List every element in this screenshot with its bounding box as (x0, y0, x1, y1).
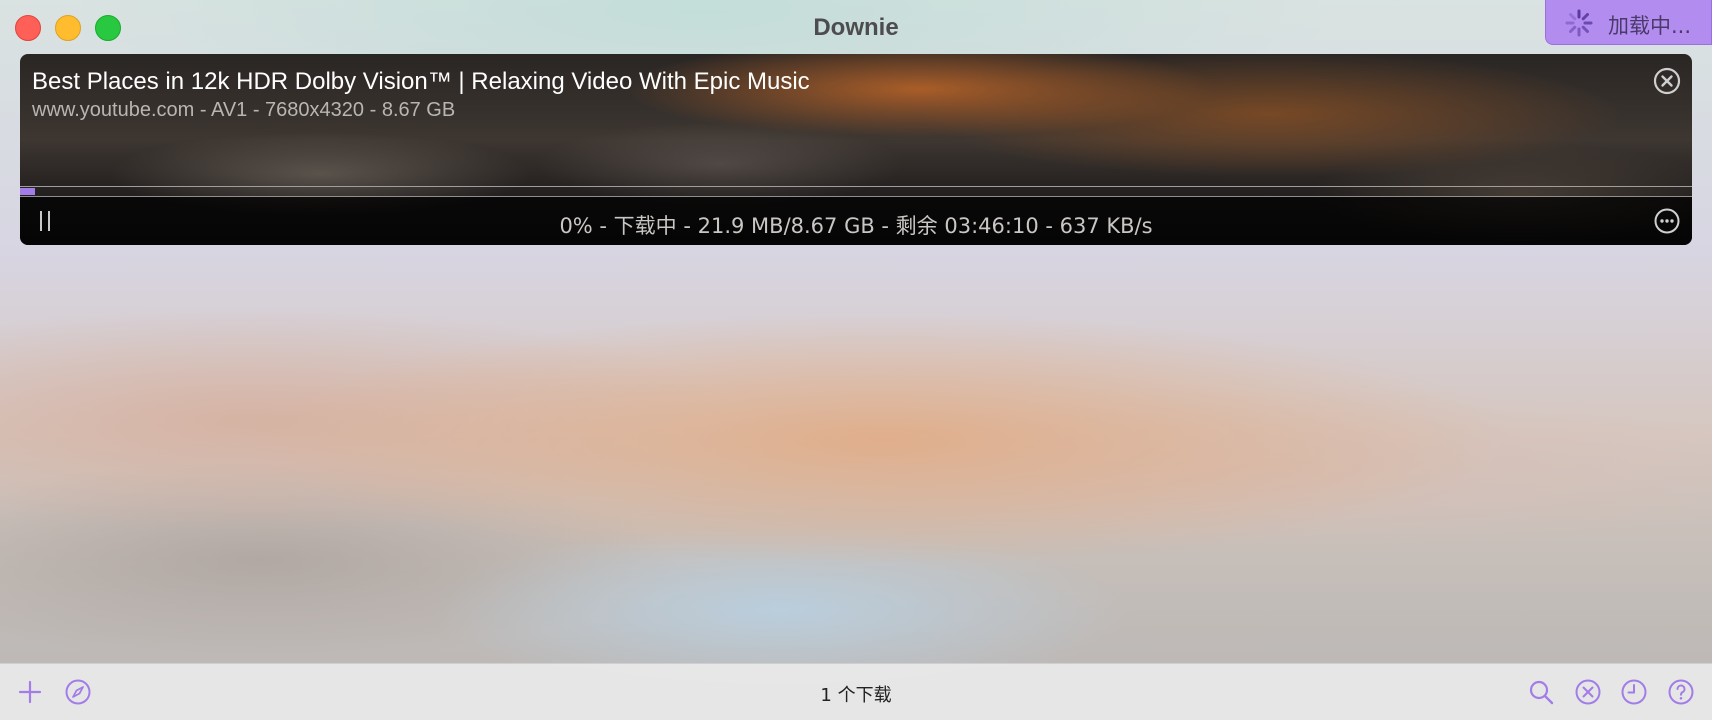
title-bar: Downie 加载中... (0, 0, 1712, 54)
downie-window: Downie 加载中... Best Places in 12k HDR Dol… (0, 0, 1712, 720)
download-count: 1 个下载 (820, 685, 892, 706)
download-details: www.youtube.com - AV1 - 7680x4320 - 8.67… (32, 99, 456, 121)
clock-icon[interactable] (1620, 678, 1648, 706)
download-item[interactable]: Best Places in 12k HDR Dolby Vision™ | R… (20, 54, 1692, 245)
download-title: Best Places in 12k HDR Dolby Vision™ | R… (32, 68, 810, 95)
cancel-circle-icon[interactable] (1574, 678, 1602, 706)
bottom-toolbar: 1 个下载 (0, 663, 1712, 720)
ellipsis-icon[interactable] (1653, 207, 1681, 235)
window-title: Downie (813, 14, 899, 41)
spinner-icon (1565, 9, 1593, 37)
progress-track-top (20, 186, 1692, 187)
loading-badge[interactable]: 加载中... (1545, 0, 1712, 45)
help-icon[interactable] (1667, 678, 1695, 706)
loading-label: 加载中... (1608, 14, 1692, 38)
search-icon[interactable] (1527, 678, 1555, 706)
close-circle-icon[interactable] (1652, 66, 1682, 96)
progress-bar-fill (20, 188, 35, 195)
download-controls: 0% - 下载中 - 21.9 MB/8.67 GB - 剩余 03:46:10… (20, 197, 1692, 245)
download-status: 0% - 下载中 - 21.9 MB/8.67 GB - 剩余 03:46:10… (559, 214, 1153, 238)
